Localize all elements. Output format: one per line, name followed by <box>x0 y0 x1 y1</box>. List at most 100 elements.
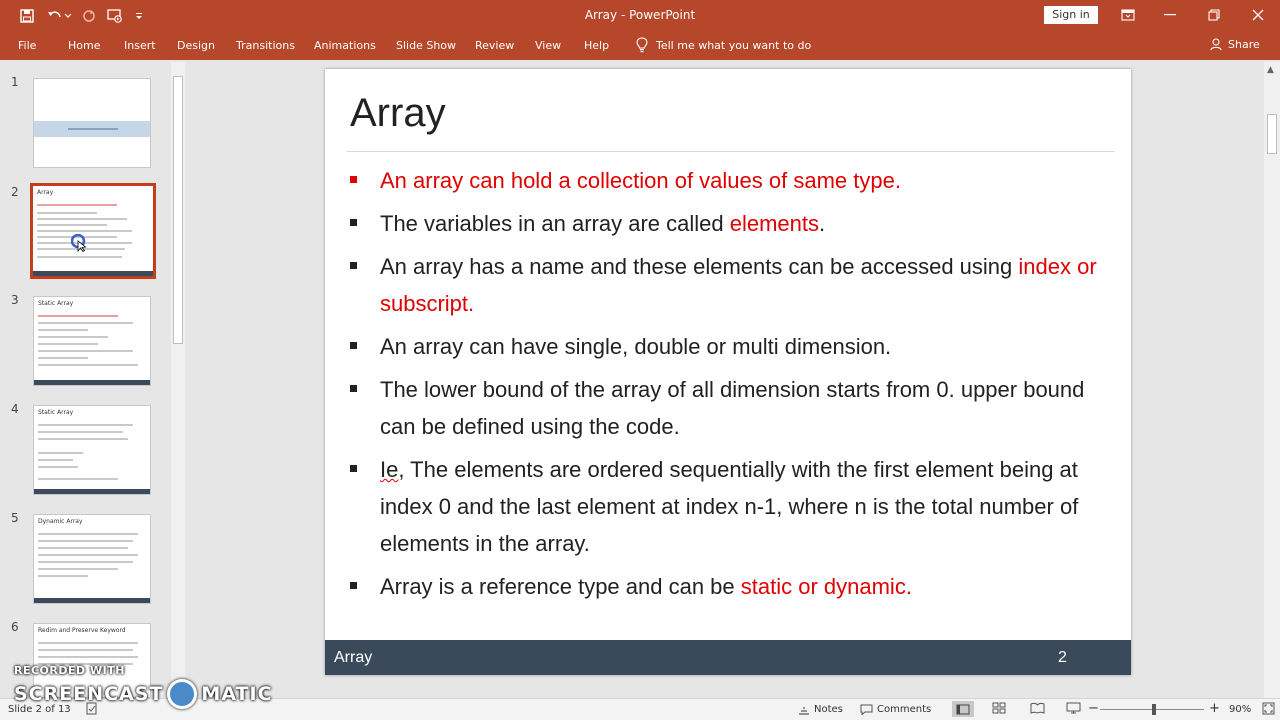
watermark-line-1: RECORDED WITH <box>14 664 125 677</box>
reading-view-icon[interactable] <box>1030 702 1045 717</box>
slide-canvas[interactable]: Array An array can hold a collection of … <box>325 69 1131 675</box>
bullet-marker <box>350 385 357 392</box>
tab-design[interactable]: Design <box>177 39 215 52</box>
zoom-level[interactable]: 90% <box>1229 704 1251 715</box>
thumbnail-title: Array <box>37 189 54 196</box>
minimize-icon[interactable] <box>1148 2 1192 28</box>
fit-to-window-icon[interactable] <box>1262 702 1275 718</box>
zoom-in-icon[interactable]: + <box>1209 701 1220 716</box>
slide-thumbnail-3[interactable]: Static Array <box>33 296 151 386</box>
text-run: The lower bound of the array of all dime… <box>380 377 1085 439</box>
tab-animations[interactable]: Animations <box>314 39 376 52</box>
screencast-logo-icon <box>167 679 198 709</box>
thumbnail-title: Dynamic Array <box>38 518 83 525</box>
bullet-item[interactable]: Ie, The elements are ordered sequentiall… <box>350 451 1110 562</box>
slide-thumbnail-5[interactable]: Dynamic Array <box>33 514 151 604</box>
bullet-text: Ie, The elements are ordered sequentiall… <box>380 451 1110 562</box>
comment-icon <box>860 704 873 715</box>
slide-title[interactable]: Array <box>350 91 446 136</box>
thumbnail-number: 2 <box>11 185 19 199</box>
highlighted-text: static or dynamic. <box>740 574 912 599</box>
bullet-text: The lower bound of the array of all dime… <box>380 371 1110 445</box>
thumbnail-number: 4 <box>11 402 19 416</box>
share-button[interactable]: Share <box>1210 38 1260 51</box>
bullet-item[interactable]: The variables in an array are called ele… <box>350 205 1110 242</box>
lightbulb-icon <box>636 37 648 53</box>
bullet-text: An array can hold a collection of values… <box>380 162 1110 199</box>
tab-home[interactable]: Home <box>68 39 100 52</box>
comments-label: Comments <box>877 704 932 715</box>
text-run: An array can have single, double or mult… <box>380 334 892 359</box>
notes-icon <box>799 706 809 715</box>
undo-dropdown-icon[interactable] <box>62 6 74 26</box>
zoom-slider-handle[interactable] <box>1152 704 1156 715</box>
bullet-text: The variables in an array are called ele… <box>380 205 1110 242</box>
start-from-beginning-icon[interactable] <box>104 6 126 26</box>
scroll-up-icon[interactable]: ▲ <box>1267 65 1274 75</box>
slide-number: 2 <box>1058 649 1067 666</box>
editor-scrollbar[interactable]: ▲ <box>1264 62 1280 698</box>
ribbon-display-options-icon[interactable] <box>1106 2 1150 28</box>
bullet-item[interactable]: An array can have single, double or mult… <box>350 328 1110 365</box>
title-divider <box>347 151 1115 152</box>
zoom-out-icon[interactable]: − <box>1088 701 1099 716</box>
restore-icon[interactable] <box>1192 2 1236 28</box>
tab-review[interactable]: Review <box>475 39 514 52</box>
thumbnail-title: Redim and Preserve Keyword <box>38 627 126 634</box>
tab-view[interactable]: View <box>535 39 561 52</box>
save-icon[interactable] <box>16 6 38 26</box>
comments-button[interactable]: Comments <box>860 704 931 715</box>
footer-text: Array <box>334 649 373 666</box>
highlighted-text: elements <box>729 211 820 236</box>
notes-button[interactable]: Notes <box>798 704 843 715</box>
person-icon <box>1210 38 1222 51</box>
tab-slide-show[interactable]: Slide Show <box>396 39 456 52</box>
screencast-o-matic-watermark: RECORDED WITH SCREENCAST MATIC <box>14 664 273 709</box>
close-icon[interactable] <box>1236 2 1280 28</box>
thumbnail-number: 6 <box>11 620 19 634</box>
bullet-text: An array can have single, double or mult… <box>380 328 1110 365</box>
slide-show-icon[interactable] <box>1066 702 1081 717</box>
watermark-word-1: SCREENCAST <box>14 683 164 705</box>
sign-in-button[interactable]: Sign in <box>1044 6 1098 24</box>
bullet-item[interactable]: The lower bound of the array of all dime… <box>350 371 1110 445</box>
bullet-item[interactable]: An array has a name and these elements c… <box>350 248 1110 322</box>
text-run: Array is a reference type and can be <box>380 574 741 599</box>
tell-me-search[interactable]: Tell me what you want to do <box>636 37 811 53</box>
thumbnail-scrollbar[interactable] <box>171 62 185 698</box>
notes-label: Notes <box>814 704 843 715</box>
slide-thumbnail-2[interactable]: Array <box>30 183 156 279</box>
slide-sorter-icon[interactable] <box>992 702 1007 717</box>
bullet-marker <box>350 176 357 183</box>
slide-thumbnail-4[interactable]: Static Array <box>33 405 151 495</box>
bullet-item[interactable]: An array can hold a collection of values… <box>350 162 1110 199</box>
editor-scrollbar-thumb[interactable] <box>1267 114 1277 154</box>
text-run: . <box>819 211 826 236</box>
bullet-marker <box>350 262 357 269</box>
normal-view-icon[interactable] <box>952 701 974 717</box>
thumbnail-number: 3 <box>11 293 19 307</box>
thumbnail-scrollbar-thumb[interactable] <box>173 76 183 344</box>
bullet-text: An array has a name and these elements c… <box>380 248 1110 322</box>
bullet-marker <box>350 465 357 472</box>
customize-quick-access-icon[interactable] <box>132 6 146 26</box>
bullet-item[interactable]: Array is a reference type and can be sta… <box>350 568 1110 605</box>
tab-help[interactable]: Help <box>584 39 609 52</box>
slide-footer: Array 2 <box>325 640 1131 675</box>
thumbnail-title: Static Array <box>38 300 74 307</box>
bullet-marker <box>350 582 357 589</box>
bullet-text: Array is a reference type and can be sta… <box>380 568 1110 605</box>
slide-thumbnail-1[interactable] <box>33 78 151 168</box>
tab-file[interactable]: File <box>18 39 36 52</box>
tab-insert[interactable]: Insert <box>124 39 156 52</box>
tab-transitions[interactable]: Transitions <box>236 39 295 52</box>
watermark-line-2: SCREENCAST MATIC <box>14 679 273 709</box>
text-run: The variables in an array are called <box>380 211 730 236</box>
title-bar: Array - PowerPoint Sign in <box>0 0 1280 32</box>
redo-icon[interactable] <box>78 6 100 26</box>
thumbnail-number: 5 <box>11 511 19 525</box>
misspelled-word: Ie <box>380 457 399 482</box>
bullet-marker <box>350 342 357 349</box>
mouse-cursor-icon <box>70 233 89 256</box>
tell-me-label: Tell me what you want to do <box>656 38 812 52</box>
